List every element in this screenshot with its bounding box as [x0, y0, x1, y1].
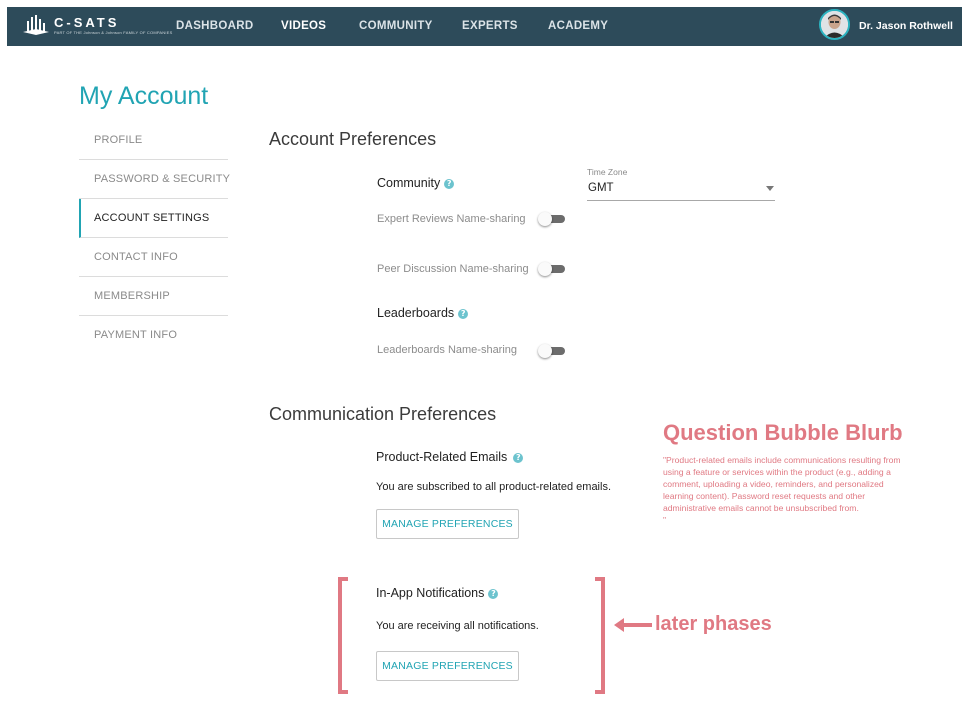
sidebar-item-profile[interactable]: PROFILE: [79, 121, 228, 160]
timezone-value: GMT: [588, 182, 614, 194]
chevron-down-icon: [766, 186, 774, 191]
annotation-bubble-text: "Product-related emails include communic…: [663, 455, 901, 513]
logo-subtext: PART OF THE Johnson & Johnson FAMILY OF …: [54, 30, 173, 35]
top-navigation-bar: C-SATS PART OF THE Johnson & Johnson FAM…: [7, 7, 962, 46]
in-app-notifications-label-text: In-App Notifications: [376, 586, 485, 600]
in-app-notifications-label: In-App Notifications?: [376, 586, 499, 600]
leaderboards-label: Leaderboards?: [377, 306, 469, 320]
nav-videos[interactable]: VIDEOS: [281, 20, 326, 32]
nav-dashboard[interactable]: DASHBOARD: [176, 20, 253, 32]
in-app-notifications-status: You are receiving all notifications.: [376, 620, 539, 632]
nav-experts[interactable]: EXPERTS: [462, 20, 518, 32]
toggle-knob: [538, 344, 552, 358]
sidebar-item-contact-info[interactable]: CONTACT INFO: [79, 238, 228, 277]
user-name: Dr. Jason Rothwell: [859, 20, 953, 32]
community-label: Community?: [377, 176, 455, 190]
question-circle-icon[interactable]: ?: [513, 453, 524, 463]
annotation-phase-note: later phases: [655, 613, 772, 635]
peer-discussion-label: Peer Discussion Name-sharing: [377, 263, 529, 275]
leaderboards-name-sharing-label: Leaderboards Name-sharing: [377, 344, 518, 356]
annotation-bubble-end: ": [663, 515, 667, 525]
expert-reviews-label: Expert Reviews Name-sharing: [377, 213, 526, 225]
peer-discussion-toggle[interactable]: [538, 262, 566, 276]
nav-community[interactable]: COMMUNITY: [359, 20, 433, 32]
annotation-bracket-right: [595, 577, 605, 694]
logo-text: C-SATS: [54, 15, 120, 30]
product-emails-label: Product-Related Emails?: [376, 450, 524, 464]
nav-academy[interactable]: ACADEMY: [548, 20, 608, 32]
product-emails-status: You are subscribed to all product-relate…: [376, 481, 612, 493]
account-sidebar: PROFILE PASSWORD & SECURITY ACCOUNT SETT…: [79, 121, 230, 355]
question-circle-icon[interactable]: ?: [488, 589, 499, 599]
user-portrait-icon: [821, 11, 848, 38]
leaderboards-name-sharing-toggle[interactable]: [538, 344, 566, 358]
sidebar-item-account-settings[interactable]: ACCOUNT SETTINGS: [79, 199, 228, 238]
expert-reviews-toggle[interactable]: [538, 212, 566, 226]
annotation-bubble-title: Question Bubble Blurb: [663, 420, 903, 445]
annotation-bubble-body: "Product-related emails include communic…: [663, 454, 913, 526]
question-circle-icon[interactable]: ?: [444, 179, 455, 189]
account-preferences-title: Account Preferences: [269, 129, 437, 149]
annotation-bracket-left: [338, 577, 348, 694]
logo-building-icon: [23, 15, 49, 35]
product-emails-label-text: Product-Related Emails: [376, 450, 508, 464]
sidebar-item-payment-info[interactable]: PAYMENT INFO: [79, 316, 228, 355]
communication-preferences-title: Communication Preferences: [269, 404, 497, 424]
community-label-text: Community: [377, 176, 441, 190]
toggle-knob: [538, 262, 552, 276]
avatar: [819, 9, 850, 40]
manage-email-preferences-button[interactable]: MANAGE PREFERENCES: [376, 509, 519, 539]
toggle-knob: [538, 212, 552, 226]
left-arrow-icon: [614, 618, 652, 632]
sidebar-item-password-security[interactable]: PASSWORD & SECURITY: [79, 160, 230, 199]
sidebar-item-membership[interactable]: MEMBERSHIP: [79, 277, 228, 316]
timezone-label: Time Zone: [587, 167, 628, 177]
manage-notification-preferences-button[interactable]: MANAGE PREFERENCES: [376, 651, 519, 681]
csats-logo[interactable]: C-SATS PART OF THE Johnson & Johnson FAM…: [23, 13, 172, 39]
page-title: My Account: [79, 82, 209, 110]
question-circle-icon[interactable]: ?: [458, 309, 469, 319]
timezone-select[interactable]: GMT: [587, 180, 775, 201]
leaderboards-label-text: Leaderboards: [377, 306, 455, 320]
